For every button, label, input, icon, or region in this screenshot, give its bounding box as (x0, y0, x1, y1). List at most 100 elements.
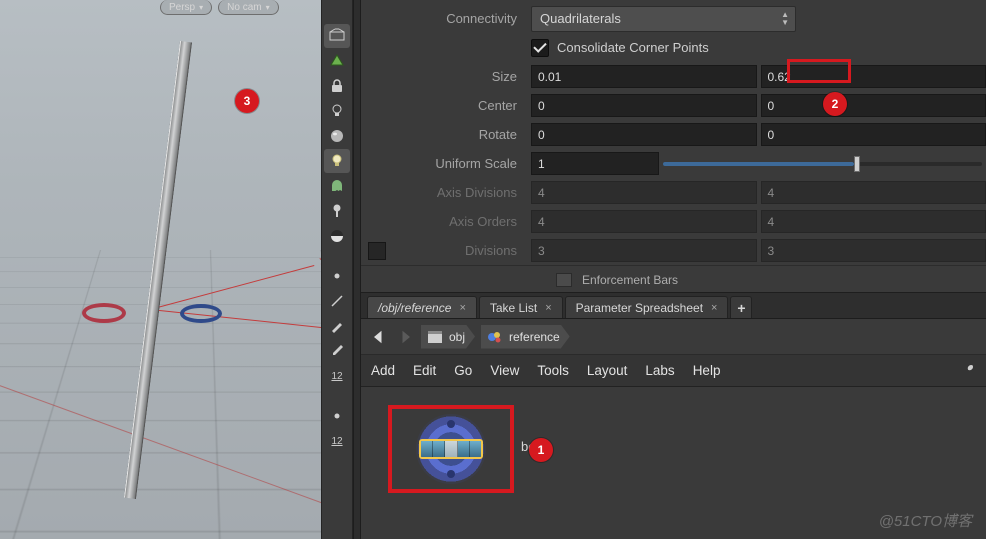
size-label: Size (361, 69, 531, 84)
axisdiv-y-field[interactable]: 4 (761, 181, 986, 204)
lightbulb-off-icon[interactable] (324, 99, 350, 123)
close-icon[interactable]: × (711, 302, 717, 314)
node-box1[interactable] (416, 414, 486, 484)
uniformscale-label: Uniform Scale (361, 156, 531, 171)
vertical-splitter[interactable] (353, 0, 361, 539)
tab-bar: /obj/reference × Take List × Parameter Spr… (361, 293, 986, 319)
nav-back-button[interactable] (369, 328, 389, 346)
tab1-label: /obj/reference (378, 301, 451, 315)
gizmo-ring-red (82, 303, 126, 323)
camera-persp-label: Persp (169, 2, 195, 13)
rotate-x-field[interactable]: 0 (531, 123, 757, 146)
tab-take-list[interactable]: Take List × (479, 296, 563, 318)
uniformscale-slider[interactable] (659, 152, 986, 175)
label-12b-icon[interactable]: 12 (324, 429, 350, 453)
node-chip (419, 439, 483, 459)
path-seg-obj[interactable]: obj (421, 325, 475, 349)
center-label: Center (361, 98, 531, 113)
tab-param-spreadsheet[interactable]: Parameter Spreadsheet× (565, 296, 729, 318)
center-y-value: 0 (768, 99, 775, 113)
enforcement-row: Enforcement Bars (361, 265, 986, 293)
center-x-value: 0 (538, 99, 545, 113)
camera-persp-button[interactable]: Persp ▾ (160, 0, 212, 15)
divisions-x-field[interactable]: 3 (531, 239, 757, 262)
connectivity-value: Quadrilaterals (540, 11, 621, 26)
path-seg-reference-label: reference (509, 330, 560, 344)
size-x-field[interactable]: 0.01 (531, 65, 757, 88)
axisord-y-field[interactable]: 4 (761, 210, 986, 233)
shading-mode-icon[interactable] (324, 24, 350, 48)
material-ball-icon[interactable] (324, 224, 350, 248)
nav-forward-button[interactable] (395, 328, 415, 346)
pen-icon[interactable] (324, 314, 350, 338)
menu-tools[interactable]: Tools (537, 363, 569, 378)
rotate-label: Rotate (361, 127, 531, 142)
close-icon[interactable]: × (545, 302, 551, 314)
uniformscale-field[interactable]: 1 (531, 152, 659, 175)
menu-go[interactable]: Go (454, 363, 472, 378)
path-bar: obj reference (361, 319, 986, 355)
camera-nocam-label: No cam (227, 2, 261, 13)
rotate-x-value: 0 (538, 128, 545, 142)
dropper-icon[interactable] (324, 339, 350, 363)
menu-bar: Add Edit Go View Tools Layout Labs Help (361, 355, 986, 387)
axisdiv-y-value: 4 (768, 186, 775, 200)
viewport-toolbar: 12 12 (321, 0, 353, 539)
menu-view[interactable]: View (490, 363, 519, 378)
tab-obj-reference[interactable]: /obj/reference × (367, 296, 477, 318)
network-panel: /obj/reference × Take List × Parameter Spr… (361, 292, 986, 539)
lock-icon[interactable] (324, 74, 350, 98)
pin-icon[interactable] (324, 199, 350, 223)
axisdiv-x-field[interactable]: 4 (531, 181, 757, 204)
rotate-y-value: 0 (768, 128, 775, 142)
axisord-label: Axis Orders (361, 214, 531, 229)
gizmo-ring-blue (180, 304, 222, 323)
close-icon[interactable]: × (459, 302, 465, 314)
path-seg-reference[interactable]: reference (481, 325, 570, 349)
lightbulb-on-icon[interactable] (324, 149, 350, 173)
axisdiv-x-value: 4 (538, 186, 545, 200)
geo-icon (487, 329, 503, 345)
size-y-field[interactable]: 0.62 (761, 65, 986, 88)
dot2-icon[interactable] (324, 404, 350, 428)
axisdiv-label: Axis Divisions (361, 185, 531, 200)
annotation-badge-3: 3 (235, 89, 259, 113)
menu-edit[interactable]: Edit (413, 363, 436, 378)
connectivity-select[interactable]: Quadrilaterals ▲▼ (531, 6, 796, 32)
center-x-field[interactable]: 0 (531, 94, 757, 117)
axisord-x-value: 4 (538, 215, 545, 229)
menu-labs[interactable]: Labs (645, 363, 674, 378)
dot-icon[interactable] (324, 264, 350, 288)
slider-thumb[interactable] (854, 156, 860, 172)
menu-layout[interactable]: Layout (587, 363, 628, 378)
divisions-toggle[interactable] (368, 242, 386, 260)
ghost-icon[interactable] (324, 174, 350, 198)
wrench-icon[interactable] (958, 362, 976, 380)
axisord-x-field[interactable]: 4 (531, 210, 757, 233)
menu-help[interactable]: Help (693, 363, 721, 378)
divisions-y-field[interactable]: 3 (761, 239, 986, 262)
wireframe-icon[interactable] (324, 49, 350, 73)
rotate-y-field[interactable]: 0 (761, 123, 986, 146)
edge-icon[interactable] (324, 289, 350, 313)
size-y-value: 0.62 (768, 70, 791, 84)
center-y-field[interactable]: 0 (761, 94, 986, 117)
sphere-icon[interactable] (324, 124, 350, 148)
menu-add[interactable]: Add (371, 363, 395, 378)
chevron-down-icon: ▾ (266, 3, 270, 12)
path-seg-obj-label: obj (449, 330, 465, 344)
size-x-value: 0.01 (538, 70, 561, 84)
chevron-down-icon: ▾ (199, 3, 203, 12)
tab2-label: Take List (490, 301, 537, 315)
annotation-badge-1: 1 (529, 438, 553, 462)
watermark: @51CTO博客 (879, 510, 972, 531)
viewport-3d[interactable]: Persp ▾ No cam ▾ (0, 0, 321, 539)
divisions-label: Divisions (398, 243, 531, 258)
enforcement-expand-icon[interactable] (556, 273, 572, 287)
consolidate-checkbox[interactable] (531, 39, 549, 57)
connectivity-label: Connectivity (361, 11, 531, 26)
tab-add-button[interactable]: + (730, 296, 752, 318)
consolidate-label: Consolidate Corner Points (557, 40, 709, 55)
label-12-icon[interactable]: 12 (324, 364, 350, 388)
camera-nocam-button[interactable]: No cam ▾ (218, 0, 278, 15)
